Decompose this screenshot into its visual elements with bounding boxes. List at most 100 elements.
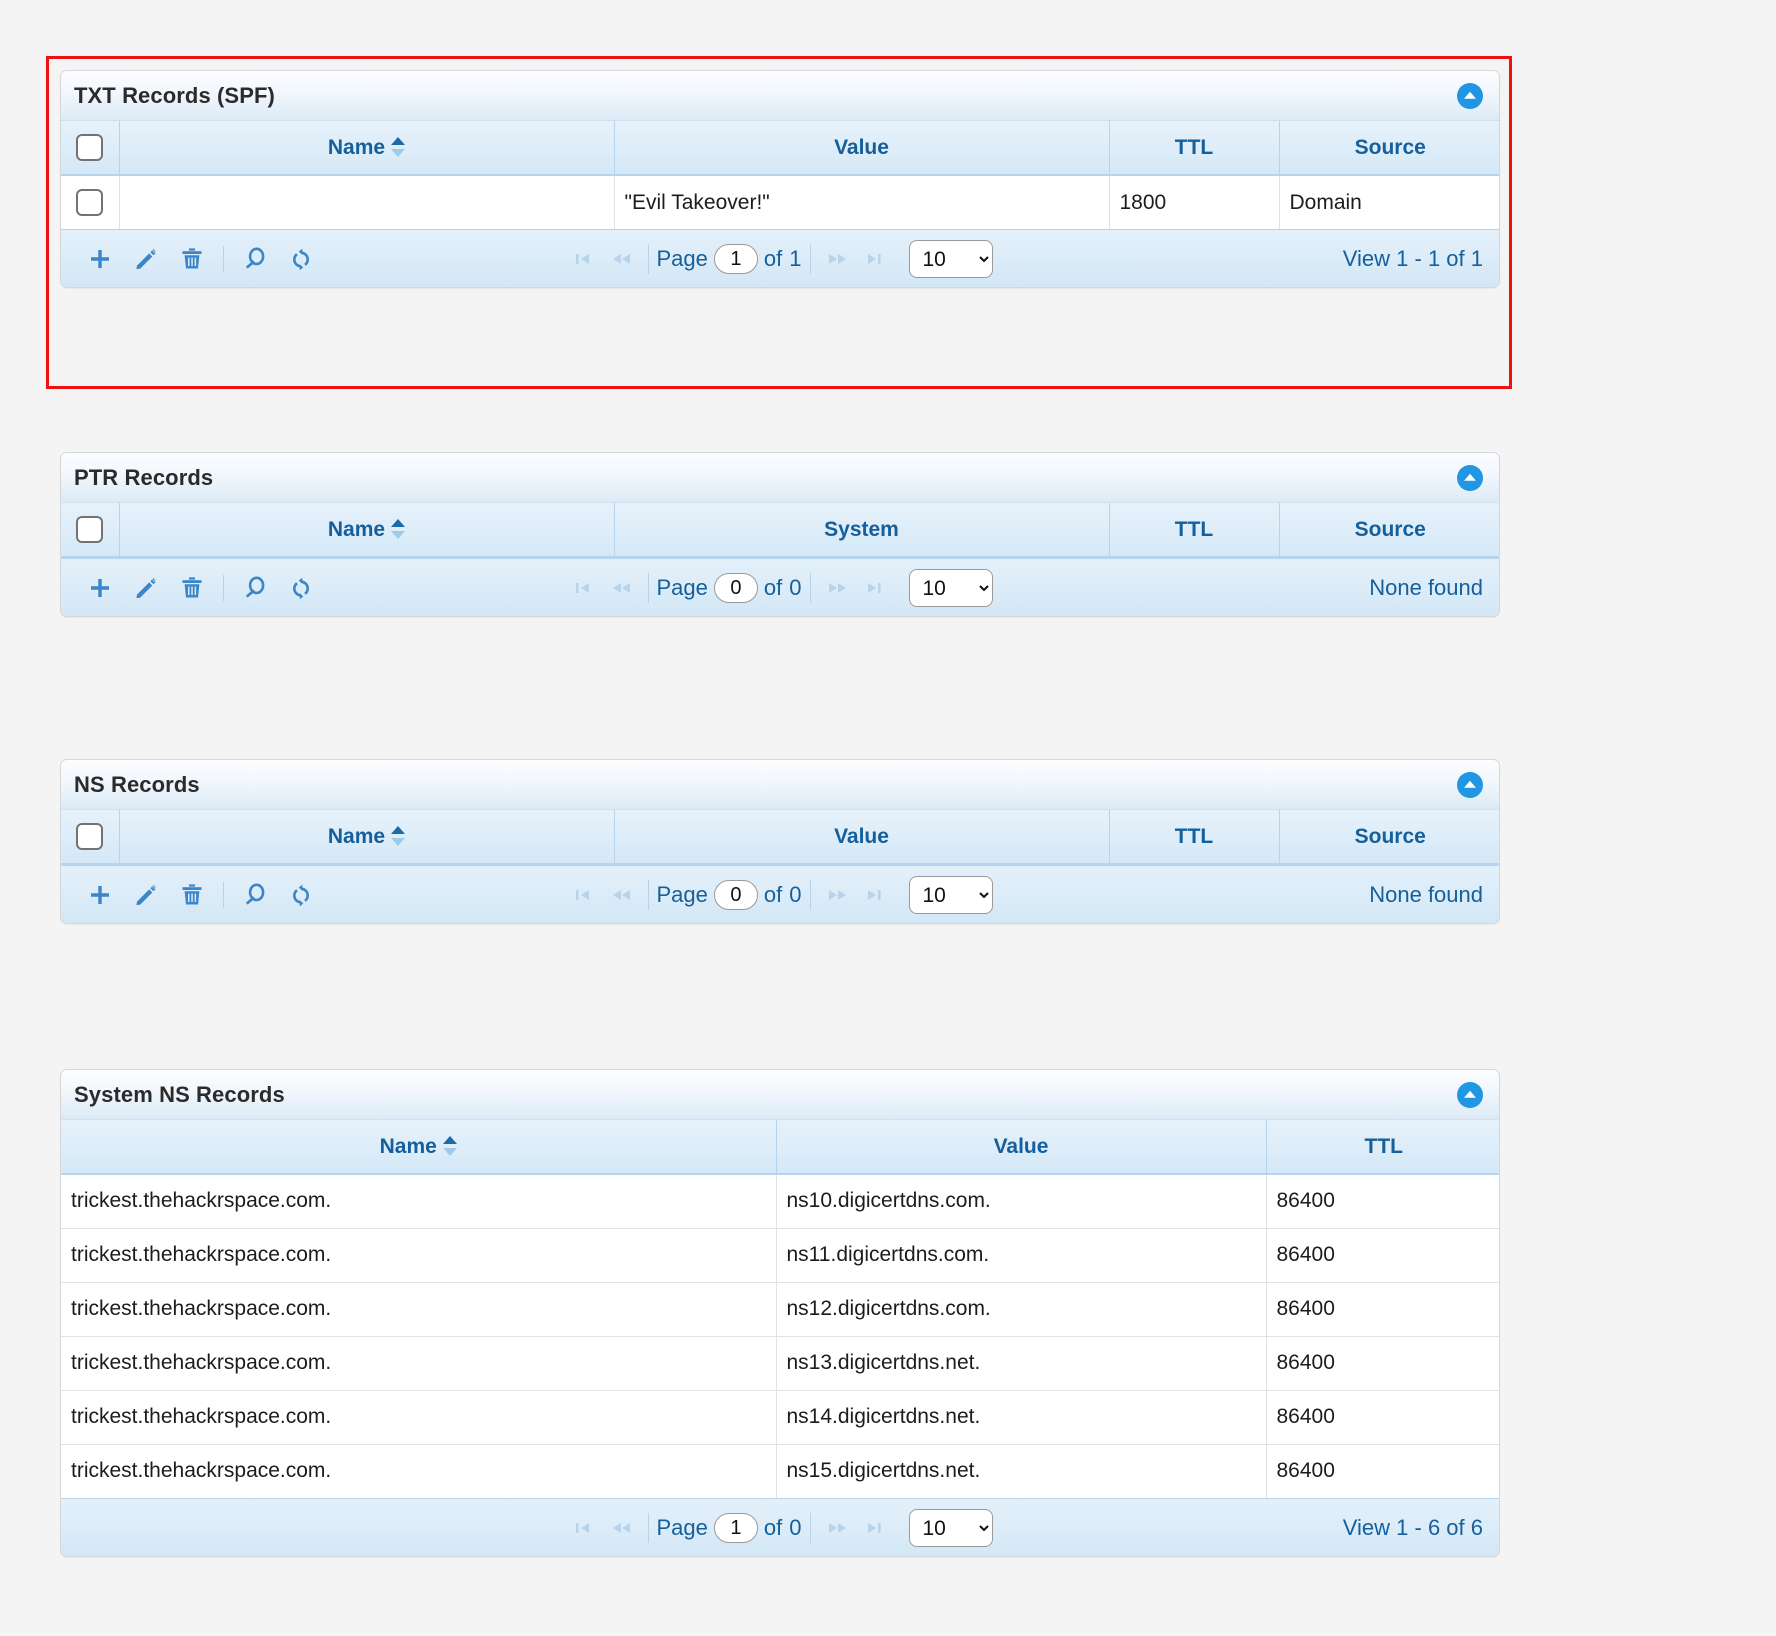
record-toolbar — [77, 230, 324, 287]
page-label: Page — [656, 882, 708, 907]
table-header-row: Name Value TTL — [61, 1120, 1499, 1175]
table-row[interactable]: trickest.thehackrspace.com. ns15.digicer… — [61, 1444, 1499, 1498]
magnifier-icon[interactable] — [232, 565, 278, 611]
trash-icon[interactable] — [169, 565, 215, 611]
page-size-select[interactable]: 102550100 — [908, 1509, 993, 1547]
record-toolbar — [77, 866, 324, 923]
first-page-icon[interactable] — [568, 877, 604, 913]
pagination-controls: Page of 0 102550100 — [61, 1499, 1499, 1556]
select-all-header — [61, 121, 120, 176]
table-system-ns-records: Name Value TTL trickest.thehackrspace.co… — [61, 1120, 1499, 1498]
last-page-icon[interactable] — [855, 570, 891, 606]
cell-source: Domain — [1279, 175, 1499, 229]
panel-footer-ns-records: Page of 0 102550100 None found — [61, 865, 1499, 923]
select-all-checkbox[interactable] — [76, 134, 104, 161]
collapse-up-icon-ns-records[interactable] — [1457, 772, 1483, 798]
table-row[interactable]: "Evil Takeover!" 1800 Domain — [61, 175, 1499, 229]
column-header-name[interactable]: Name — [119, 503, 615, 558]
previous-page-icon[interactable] — [604, 877, 640, 913]
page-number-input[interactable] — [713, 880, 758, 910]
column-header-source[interactable]: Source — [1279, 121, 1499, 176]
pencil-icon[interactable] — [123, 236, 169, 282]
column-header-name[interactable]: Name — [119, 121, 615, 176]
plus-icon[interactable] — [77, 236, 123, 282]
first-page-icon[interactable] — [568, 241, 604, 277]
collapse-up-icon-txt-records[interactable] — [1457, 83, 1483, 109]
sort-arrows-icon[interactable] — [391, 136, 406, 158]
cell-name: trickest.thehackrspace.com. — [61, 1228, 777, 1283]
table-row[interactable]: trickest.thehackrspace.com. ns10.digicer… — [61, 1174, 1499, 1229]
cell-name: trickest.thehackrspace.com. — [61, 1444, 777, 1498]
first-page-icon[interactable] — [568, 1510, 604, 1546]
pager-divider-right — [809, 244, 811, 274]
column-header-value[interactable]: Value — [614, 121, 1110, 176]
trash-icon[interactable] — [169, 872, 215, 918]
table-row[interactable]: trickest.thehackrspace.com. ns13.digicer… — [61, 1336, 1499, 1391]
panel-header-system-ns-records: System NS Records — [61, 1070, 1499, 1120]
last-page-icon[interactable] — [855, 877, 891, 913]
row-checkbox[interactable] — [76, 189, 104, 216]
page-size-select[interactable]: 102550100 — [908, 240, 993, 278]
next-page-icon[interactable] — [819, 877, 855, 913]
next-page-icon[interactable] — [819, 570, 855, 606]
dns-records-page: TXT Records (SPF) Name Value TTL Source — [0, 0, 1776, 1636]
refresh-icon[interactable] — [278, 872, 324, 918]
table-row[interactable]: trickest.thehackrspace.com. ns11.digicer… — [61, 1228, 1499, 1283]
pager-divider-left — [647, 573, 649, 603]
pencil-icon[interactable] — [123, 872, 169, 918]
trash-icon[interactable] — [169, 236, 215, 282]
first-page-icon[interactable] — [568, 570, 604, 606]
refresh-icon[interactable] — [278, 236, 324, 282]
magnifier-icon[interactable] — [232, 236, 278, 282]
page-size-select[interactable]: 102550100 — [908, 876, 993, 914]
panel-title-ptr-records: PTR Records — [74, 465, 214, 490]
next-page-icon[interactable] — [819, 1510, 855, 1546]
collapse-up-icon-ptr-records[interactable] — [1457, 465, 1483, 491]
column-header-name[interactable]: Name — [61, 1120, 777, 1175]
select-all-checkbox[interactable] — [76, 516, 104, 543]
table-row[interactable]: trickest.thehackrspace.com. ns12.digicer… — [61, 1282, 1499, 1337]
column-header-ttl[interactable]: TTL — [1109, 121, 1280, 176]
page-number-input[interactable] — [713, 244, 758, 274]
panel-title-system-ns-records: System NS Records — [74, 1082, 285, 1107]
previous-page-icon[interactable] — [604, 570, 640, 606]
plus-icon[interactable] — [77, 565, 123, 611]
column-header-ttl[interactable]: TTL — [1109, 810, 1280, 865]
column-header-source[interactable]: Source — [1279, 810, 1499, 865]
column-header-source[interactable]: Source — [1279, 503, 1499, 558]
sort-arrows-icon[interactable] — [391, 518, 406, 540]
column-header-value[interactable]: Value — [776, 1120, 1267, 1175]
toolbar-divider — [223, 246, 224, 272]
select-all-checkbox[interactable] — [76, 823, 104, 850]
page-number-input[interactable] — [713, 1513, 758, 1543]
previous-page-icon[interactable] — [604, 1510, 640, 1546]
panel-footer-ptr-records: Page of 0 102550100 None found — [61, 558, 1499, 616]
total-pages: 0 — [789, 882, 802, 907]
cell-value: ns12.digicertdns.com. — [776, 1282, 1267, 1337]
of-label: of — [763, 1515, 783, 1540]
plus-icon[interactable] — [77, 872, 123, 918]
sort-arrows-icon[interactable] — [391, 825, 406, 847]
pencil-icon[interactable] — [123, 565, 169, 611]
column-header-system[interactable]: System — [614, 503, 1110, 558]
magnifier-icon[interactable] — [232, 872, 278, 918]
page-number-input[interactable] — [713, 573, 758, 603]
cell-name: trickest.thehackrspace.com. — [61, 1282, 777, 1337]
column-header-value[interactable]: Value — [614, 810, 1110, 865]
column-header-name[interactable]: Name — [119, 810, 615, 865]
column-header-ttl[interactable]: TTL — [1109, 503, 1280, 558]
next-page-icon[interactable] — [819, 241, 855, 277]
table-row[interactable]: trickest.thehackrspace.com. ns14.digicer… — [61, 1390, 1499, 1445]
record-toolbar — [77, 559, 324, 616]
last-page-icon[interactable] — [855, 241, 891, 277]
previous-page-icon[interactable] — [604, 241, 640, 277]
panel-header-ns-records: NS Records — [61, 760, 1499, 810]
last-page-icon[interactable] — [855, 1510, 891, 1546]
total-pages: 0 — [789, 575, 802, 600]
page-size-select[interactable]: 102550100 — [908, 569, 993, 607]
panel-ns-records: NS Records Name Value TTL Source Page 0 … — [60, 759, 1500, 924]
column-header-ttl[interactable]: TTL — [1266, 1120, 1499, 1175]
sort-arrows-icon[interactable] — [442, 1135, 457, 1157]
refresh-icon[interactable] — [278, 565, 324, 611]
collapse-up-icon-system-ns-records[interactable] — [1457, 1082, 1483, 1108]
